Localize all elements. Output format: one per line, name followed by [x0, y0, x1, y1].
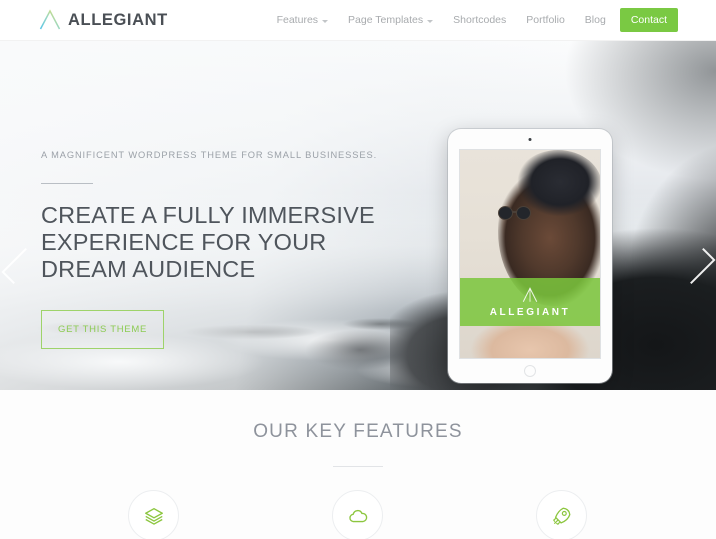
hero-eyebrow: A MAGNIFICENT WORDPRESS THEME FOR SMALL … [41, 150, 378, 160]
tablet-camera-icon [528, 138, 532, 141]
rocket-icon [553, 507, 571, 525]
key-features-section: OUR KEY FEATURES [0, 390, 716, 539]
allegiant-a-mark-icon [522, 287, 538, 302]
nav-item-page-templates[interactable]: Page Templates [338, 0, 443, 40]
hero-content: A MAGNIFICENT WORDPRESS THEME FOR SMALL … [41, 149, 381, 350]
hero-title: CREATE A FULLY IMMERSIVE EXPERIENCE FOR … [41, 202, 375, 283]
feature-item-cloud [257, 490, 459, 539]
nav-contact-button[interactable]: Contact [619, 8, 678, 32]
site-header: ALLEGIANT Features Page Templates Shortc… [0, 0, 716, 41]
site-logo-text: ALLEGIANT [68, 10, 168, 29]
nav-item-shortcodes[interactable]: Shortcodes [443, 0, 516, 40]
chevron-right-icon [678, 247, 716, 285]
chevron-left-icon [0, 247, 38, 285]
features-heading: OUR KEY FEATURES [253, 421, 463, 442]
nav-label: Portfolio [526, 14, 565, 26]
feature-icon-circle[interactable] [536, 490, 588, 539]
site-logo[interactable]: ALLEGIANT [38, 8, 168, 32]
main-nav: Features Page Templates Shortcodes Portf… [267, 0, 678, 40]
tablet-brand-band: ALLEGIANT [460, 278, 600, 326]
tablet-mockup: ALLEGIANT [448, 129, 612, 383]
hero-slider: A MAGNIFICENT WORDPRESS THEME FOR SMALL … [0, 41, 716, 390]
feature-icon-circle[interactable] [128, 490, 180, 539]
chevron-down-icon [427, 19, 434, 23]
hero-next-arrow[interactable] [678, 235, 716, 297]
hero-divider [41, 183, 93, 185]
nav-label: Blog [584, 14, 606, 26]
page-root: ALLEGIANT Features Page Templates Shortc… [0, 0, 716, 539]
nav-item-portfolio[interactable]: Portfolio [516, 0, 575, 40]
sunglasses-icon [498, 206, 546, 221]
nav-label: Shortcodes [453, 14, 507, 26]
tablet-home-button-icon [524, 365, 536, 377]
layers-icon [145, 507, 163, 525]
cloud-icon [349, 509, 368, 522]
nav-item-blog[interactable]: Blog [575, 0, 616, 40]
get-this-theme-button[interactable]: GET THIS THEME [41, 310, 164, 350]
allegiant-a-mark-icon [39, 9, 61, 30]
feature-item-rocket [461, 490, 663, 539]
feature-icon-circle[interactable] [332, 490, 384, 539]
features-divider [333, 466, 383, 467]
chevron-down-icon [322, 19, 329, 23]
hero-prev-arrow[interactable] [0, 235, 38, 297]
nav-item-features[interactable]: Features [267, 0, 338, 40]
nav-label: Features [276, 14, 319, 26]
features-row [0, 490, 716, 539]
tablet-brand-text: ALLEGIANT [489, 307, 571, 318]
nav-label: Page Templates [348, 14, 424, 26]
tablet-screen: ALLEGIANT [459, 149, 601, 359]
feature-item-layers [53, 490, 255, 539]
